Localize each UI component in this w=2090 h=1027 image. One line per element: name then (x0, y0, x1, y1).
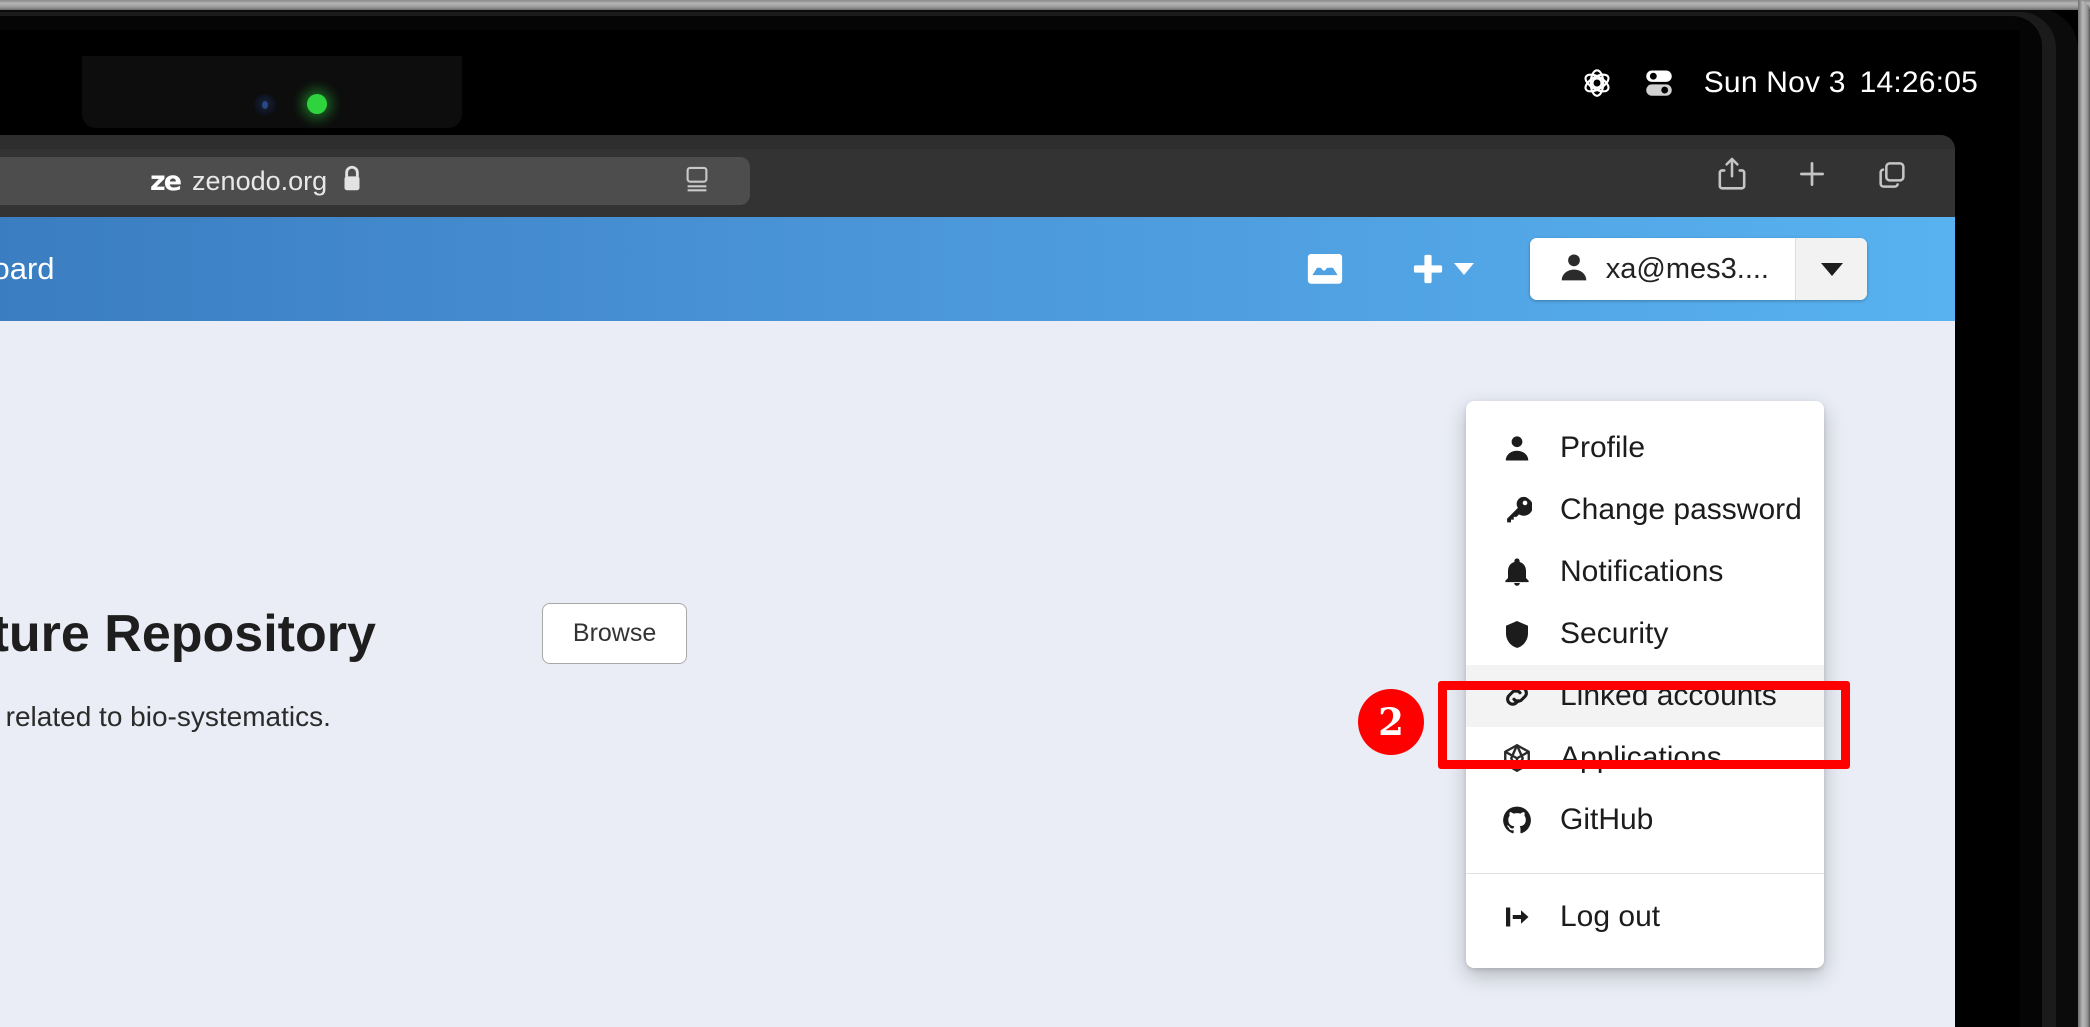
menu-item-label: Applications (1560, 741, 1722, 774)
chevron-down-icon (1820, 262, 1843, 276)
inbox-icon[interactable] (1282, 252, 1368, 286)
bell-icon (1500, 557, 1534, 587)
tab-overview-icon[interactable] (1875, 157, 1909, 196)
menu-item-linked-accounts[interactable]: Linked accounts (1466, 665, 1824, 727)
menu-item-github[interactable]: GitHub (1466, 789, 1824, 851)
lock-icon (339, 164, 365, 199)
browser-tab-strip (0, 135, 1955, 149)
repository-title: Literature Repository (0, 604, 376, 663)
menubar-date: Sun Nov 3 (1703, 65, 1846, 99)
menubar-clock[interactable]: Sun Nov 3 14:26:05 (1704, 66, 1978, 100)
annotation-step-badge: 2 (1358, 689, 1424, 755)
menubar-status-area: Sun Nov 3 14:26:05 (1580, 30, 1978, 135)
menu-item-label: Notifications (1560, 555, 1724, 588)
address-bar-content: ze zenodo.org (150, 164, 365, 199)
navbar-actions: xa@mes3.... (1282, 217, 1867, 321)
menu-item-label: Profile (1560, 431, 1646, 464)
camera-indicator-light (307, 94, 327, 114)
key-icon (1500, 495, 1534, 525)
menu-item-notifications[interactable]: Notifications (1466, 541, 1824, 603)
menu-item-applications[interactable]: Applications (1466, 727, 1824, 789)
share-icon[interactable] (1715, 155, 1749, 198)
person-icon (1558, 251, 1590, 288)
camera-notch (82, 56, 462, 128)
user-menu-button[interactable]: xa@mes3.... (1529, 238, 1867, 300)
control-center-icon[interactable] (1580, 66, 1614, 100)
person-icon (1500, 433, 1534, 463)
screen: Sun Nov 3 14:26:05 ze zenodo.org oard xa… (0, 30, 2020, 1027)
menu-item-label: Change password (1560, 493, 1802, 526)
user-email-label: xa@mes3.... (1605, 252, 1769, 285)
cube-icon (1500, 743, 1534, 773)
zenodo-navbar: dashboard (0, 217, 1955, 321)
upload-menu-button[interactable] (1388, 251, 1496, 287)
menu-item-label: Log out (1560, 900, 1661, 933)
address-bar[interactable]: ze zenodo.org (0, 157, 750, 205)
user-dropdown-menu: Profile Change password Notifications Se… (1466, 401, 1824, 968)
plus-icon (1413, 254, 1442, 284)
laptop-frame: Sun Nov 3 14:26:05 ze zenodo.org oard xa… (0, 0, 2090, 1027)
menu-item-logout[interactable]: Log out (1466, 874, 1824, 960)
bezel-top-edge (0, 0, 2090, 10)
browse-button[interactable]: Browse (541, 603, 688, 664)
user-menu-main[interactable]: xa@mes3.... (1529, 238, 1795, 300)
camera-icon (254, 94, 276, 116)
menu-item-change-password[interactable]: Change password (1466, 479, 1824, 541)
chevron-down-icon (1453, 263, 1474, 275)
user-menu-caret[interactable] (1795, 238, 1867, 300)
github-icon (1500, 805, 1534, 835)
address-bar-url: zenodo.org (192, 165, 328, 196)
browser-action-buttons (1715, 135, 1909, 217)
shield-icon (1500, 619, 1534, 649)
reader-view-icon[interactable] (682, 164, 712, 199)
menu-item-profile[interactable]: Profile (1466, 417, 1824, 479)
menu-item-label: Security (1560, 617, 1669, 650)
new-tab-icon[interactable] (1795, 157, 1829, 196)
menu-item-label: Linked accounts (1560, 679, 1777, 712)
repository-description: publications related to bio-systematics. (0, 701, 331, 732)
zenodo-favicon-icon: ze (150, 165, 182, 197)
menubar-time: 14:26:05 (1859, 65, 1978, 99)
bezel-right-edge (2078, 0, 2090, 1027)
link-icon (1500, 681, 1534, 711)
sign-out-icon (1500, 902, 1534, 932)
browser-toolbar: ze zenodo.org (0, 135, 1955, 217)
page-title: dashboard (0, 251, 55, 286)
menu-item-security[interactable]: Security (1466, 603, 1824, 665)
repository-heading-row: Literature Repository Browse (0, 603, 688, 664)
toggle-icon[interactable] (1642, 66, 1676, 100)
menu-item-label: GitHub (1560, 803, 1654, 836)
